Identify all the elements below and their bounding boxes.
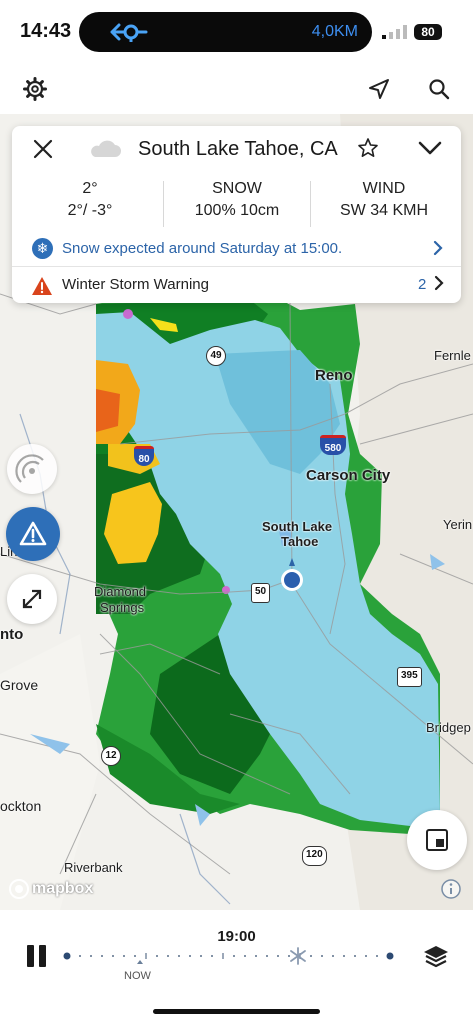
chevron-right-icon [434,275,444,291]
layers-icon[interactable] [422,943,450,969]
city-label-carson-city: Carson City [306,467,391,484]
warning-count: 2 [418,276,427,293]
radar-icon [15,454,44,483]
snow-notice-row[interactable]: ❄ Snow expected around Saturday at 15:00… [12,232,461,266]
warning-triangle-icon [19,521,47,546]
pause-icon [39,945,46,967]
signal-icon [382,25,407,39]
now-label: NOW [124,970,151,982]
us-shield-395: 395 [397,667,422,687]
route-shield-12: 12 [101,746,121,766]
city-label-stockton: ockton [0,798,42,814]
snow-stat: SNOW 100% 10cm [163,178,311,222]
interstate-shield-80: 80 [134,446,154,466]
cloud-icon [91,140,121,157]
warning-label: Winter Storm Warning [62,276,209,293]
dynamic-island[interactable]: 4,0KM [79,12,372,52]
gear-icon[interactable] [22,76,48,102]
location-name: South Lake Tahoe, CA [138,138,338,160]
city-label-riverbank: Riverbank [64,860,123,875]
home-indicator[interactable] [153,1009,320,1014]
chevron-right-icon [433,240,443,256]
expand-icon [22,589,42,609]
city-label-yerington: Yerin [443,517,473,532]
weather-stats: 2° 2°/ -3° SNOW 100% 10cm WIND SW 34 KMH [12,178,461,228]
city-label-bridgeport: Bridgep [426,720,471,735]
close-icon[interactable] [32,138,54,160]
map-toolbar [0,64,473,114]
route-shield-120: 120 [302,846,327,866]
city-label-reno: Reno [315,367,353,384]
warnings-button[interactable] [6,507,60,561]
city-label-south-lake-tahoe-1: South Lake [262,519,333,534]
temperature-current: 2° [82,180,98,197]
snow-value: 100% 10cm [194,202,280,219]
city-label-sacramento: nto [0,626,24,643]
status-bar: 14:43 4,0KM 80 [0,0,473,64]
snow-label: SNOW [212,180,262,197]
chevron-down-icon[interactable] [417,139,443,157]
expand-map-button[interactable] [7,574,57,624]
timeline-scrubber[interactable] [60,946,400,970]
temperature-range: 2°/ -3° [67,202,113,219]
status-time: 14:43 [20,20,72,42]
winter-storm-warning-row[interactable]: Winter Storm Warning 2 [12,266,461,304]
interstate-shield-580: 580 [320,435,346,455]
city-label-fernley: Fernle [434,348,471,363]
snowflake-icon: ❄ [32,238,53,259]
wind-label: WIND [362,180,406,197]
pause-button[interactable] [25,945,49,967]
card-header: South Lake Tahoe, CA [12,126,461,172]
city-label-diamond-springs-2: Springs [100,600,145,615]
mapbox-logo-icon [9,879,29,899]
navigation-route-icon [110,23,148,42]
wind-stat: WIND SW 34 KMH [310,178,458,222]
location-arrow-icon[interactable] [366,76,392,102]
favorite-star-icon[interactable] [357,137,379,159]
timeline-time: 19:00 [217,928,256,945]
location-weather-card: South Lake Tahoe, CA 2° 2°/ -3° SNOW 100… [12,126,461,303]
timeline-bar: 19:00 NOW [0,910,473,1024]
battery-indicator: 80 [414,24,442,40]
temperature-stat: 2° 2°/ -3° [16,178,164,222]
info-icon[interactable] [440,878,462,900]
route-shield-49: 49 [206,346,226,366]
city-label-elk-grove: Grove [0,677,39,693]
pause-icon [27,945,34,967]
city-label-south-lake-tahoe-2: Tahoe [281,534,319,549]
wind-value: SW 34 KMH [339,202,428,219]
picture-in-picture-button[interactable] [407,810,467,870]
warning-triangle-icon [32,277,52,295]
city-label-diamond-springs-1: Diamond [94,584,147,599]
pip-icon [426,829,448,851]
radar-toggle-button[interactable] [7,444,57,494]
search-icon[interactable] [426,76,452,102]
us-shield-50: 50 [251,583,271,603]
speed-readout: 4,0KM [311,23,358,40]
snow-notice-text: Snow expected around Saturday at 15:00. [62,240,343,257]
mapbox-wordmark: mapbox [32,880,94,897]
